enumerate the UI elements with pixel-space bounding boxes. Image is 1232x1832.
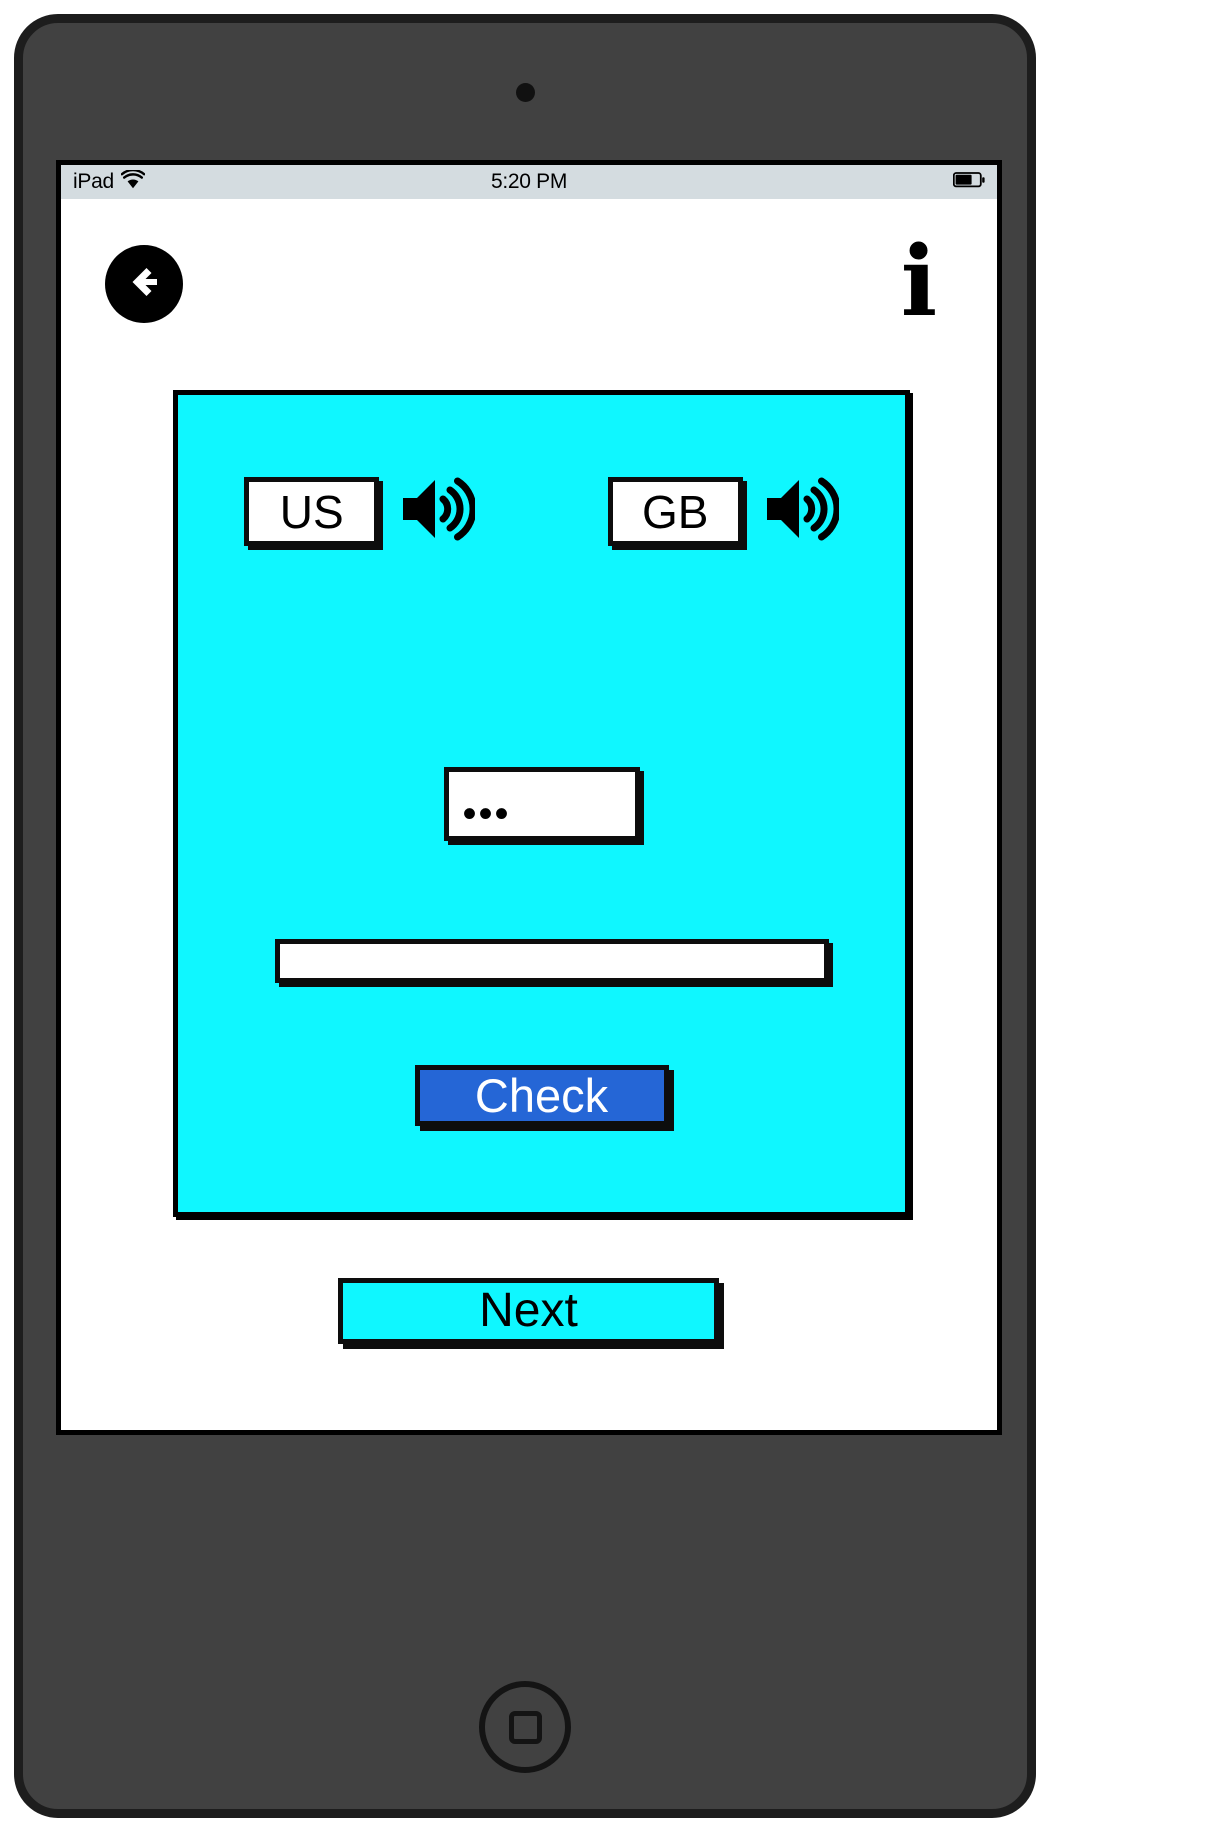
- speaker-icon-us[interactable]: [397, 473, 477, 550]
- word-display-text: •••: [462, 792, 511, 836]
- language-group-gb: GB: [607, 473, 841, 550]
- speaker-icon-gb[interactable]: [761, 473, 841, 550]
- status-device-label: iPad: [73, 170, 114, 193]
- status-bar-right: [952, 170, 985, 194]
- language-box-gb[interactable]: GB: [607, 477, 743, 546]
- wifi-icon: [120, 168, 146, 195]
- check-button-label: Check: [474, 1069, 609, 1122]
- exercise-panel: US GB ••• Check: [173, 390, 910, 1217]
- word-display-box: •••: [443, 767, 640, 841]
- language-box-us[interactable]: US: [244, 477, 380, 546]
- home-button[interactable]: [479, 1681, 571, 1773]
- answer-input[interactable]: [275, 939, 829, 983]
- language-group-us: US: [244, 473, 477, 550]
- next-button[interactable]: Next: [338, 1278, 719, 1344]
- status-time: 5:20 PM: [490, 170, 568, 193]
- back-button[interactable]: [105, 245, 183, 323]
- ipad-screen: iPad 5:20 PM i US GB ••• Check Next: [56, 160, 1002, 1435]
- info-icon: i: [900, 224, 938, 338]
- status-bar-left: iPad: [73, 168, 146, 195]
- status-bar-center: 5:20 PM: [61, 165, 997, 199]
- status-bar: iPad 5:20 PM: [61, 165, 997, 199]
- camera-icon: [515, 83, 535, 102]
- next-button-label: Next: [479, 1284, 578, 1337]
- ipad-device-frame: iPad 5:20 PM i US GB ••• Check Next: [14, 14, 1036, 1818]
- home-button-square-icon: [508, 1710, 542, 1744]
- language-code-gb: GB: [642, 485, 709, 538]
- screenshot-root: iPad 5:20 PM i US GB ••• Check Next: [0, 0, 1232, 1832]
- language-code-us: US: [279, 485, 344, 538]
- language-row: US GB: [178, 473, 905, 550]
- info-button[interactable]: i: [888, 224, 950, 338]
- navigation-row: i: [61, 199, 997, 359]
- battery-icon: [952, 170, 985, 194]
- back-arrow-icon: [119, 257, 169, 312]
- check-button[interactable]: Check: [414, 1065, 669, 1126]
